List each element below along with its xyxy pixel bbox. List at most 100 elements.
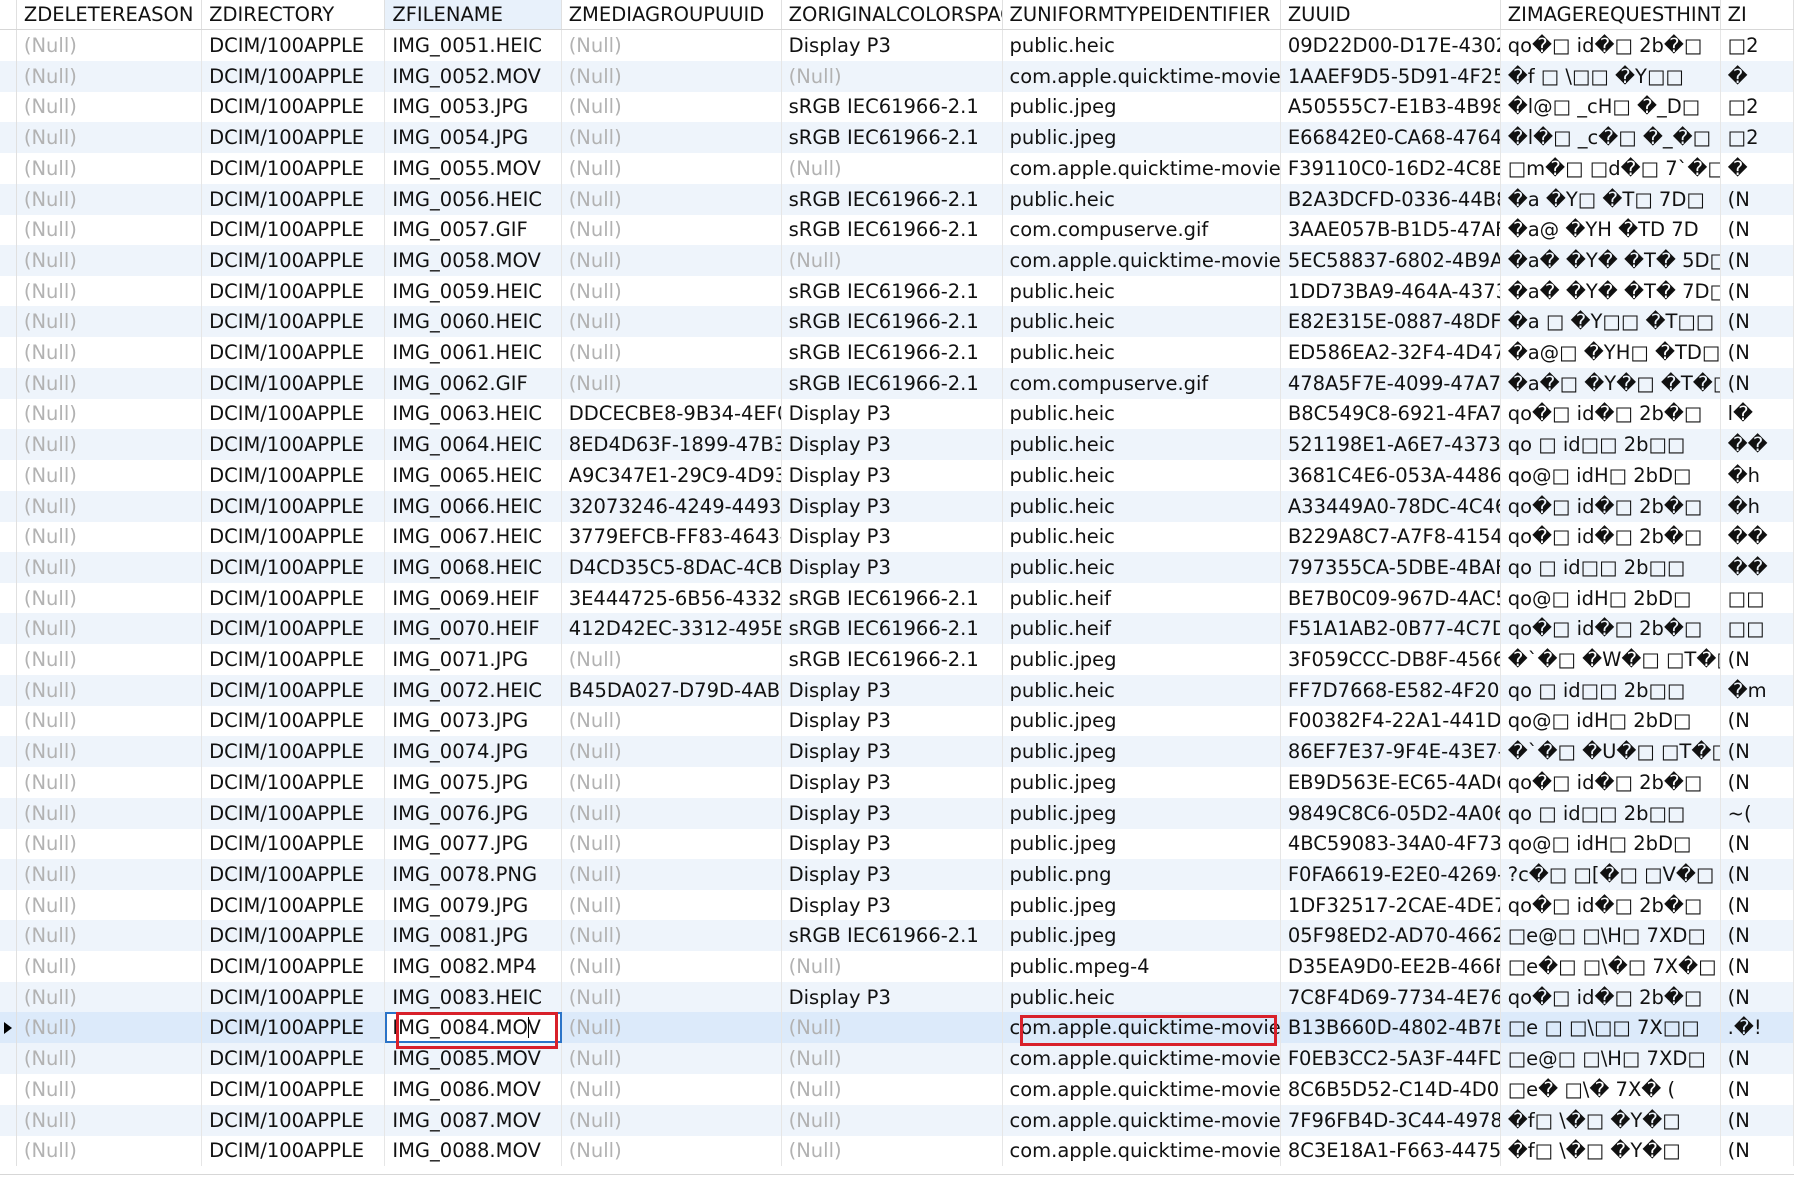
cell-zi[interactable]: (N: [1721, 889, 1794, 921]
cell-deletereason[interactable]: (Null): [17, 275, 203, 307]
cell-originalcolorspace[interactable]: sRGB IEC61966-2.1: [782, 306, 1003, 338]
cell-zi[interactable]: l�: [1721, 398, 1794, 430]
cell-zi[interactable]: (N: [1721, 214, 1794, 246]
cell-zi[interactable]: �: [1721, 152, 1794, 184]
cell-filename[interactable]: IMG_0075.JPG: [385, 766, 562, 798]
column-header-mediagroupuuid[interactable]: ZMEDIAGROUPUUID: [562, 0, 782, 29]
table-row[interactable]: (Null) DCIM/100APPLE IMG_0076.JPG (Null) Dis…: [0, 797, 1794, 829]
cell-directory[interactable]: DCIM/100APPLE: [202, 275, 386, 307]
cell-imagerequesthints[interactable]: qo�□ id�□ 2b�□: [1501, 613, 1721, 645]
cell-mediagroupuuid[interactable]: D4CD35C5-8DAC-4CB7-: [562, 551, 782, 583]
row-gutter[interactable]: [0, 459, 17, 491]
cell-mediagroupuuid[interactable]: 32073246-4249-4493-A: [562, 490, 782, 522]
column-header-filename[interactable]: ZFILENAME: [385, 0, 562, 29]
row-gutter[interactable]: [0, 674, 17, 706]
cell-directory[interactable]: DCIM/100APPLE: [202, 551, 386, 583]
cell-imagerequesthints[interactable]: qo�□ id�□ 2b�□: [1501, 398, 1721, 430]
row-gutter[interactable]: [0, 705, 17, 737]
cell-imagerequesthints[interactable]: qo�□ id�□ 2b�□: [1501, 766, 1721, 798]
cell-originalcolorspace[interactable]: Display P3: [782, 858, 1003, 890]
cell-deletereason[interactable]: (Null): [17, 736, 203, 768]
cell-mediagroupuuid[interactable]: (Null): [562, 152, 782, 184]
cell-originalcolorspace[interactable]: Display P3: [782, 429, 1003, 461]
cell-originalcolorspace[interactable]: Display P3: [782, 981, 1003, 1013]
data-grid[interactable]: ZDELETEREASON ZDIRECTORY ZFILENAME ZMEDIAGR…: [0, 0, 1794, 1202]
cell-mediagroupuuid[interactable]: (Null): [562, 705, 782, 737]
cell-mediagroupuuid[interactable]: (Null): [562, 828, 782, 860]
cell-uniformtypeidentifier[interactable]: public.heif: [1003, 582, 1281, 614]
table-row[interactable]: (Null) DCIM/100APPLE IMG_0081.JPG (Null) sRG…: [0, 920, 1794, 952]
cell-uuid[interactable]: 797355CA-5DBE-4BAF-8: [1281, 551, 1501, 583]
cell-deletereason[interactable]: (Null): [17, 613, 203, 645]
cell-uniformtypeidentifier[interactable]: public.png: [1003, 858, 1281, 890]
cell-originalcolorspace[interactable]: sRGB IEC61966-2.1: [782, 582, 1003, 614]
cell-originalcolorspace[interactable]: sRGB IEC61966-2.1: [782, 91, 1003, 123]
cell-originalcolorspace[interactable]: sRGB IEC61966-2.1: [782, 183, 1003, 215]
cell-imagerequesthints[interactable]: qo@□ idH□ 2bD□: [1501, 582, 1721, 614]
cell-uuid[interactable]: B229A8C7-A7F8-4154-A: [1281, 521, 1501, 553]
cell-originalcolorspace[interactable]: Display P3: [782, 490, 1003, 522]
cell-originalcolorspace[interactable]: (Null): [782, 1012, 1003, 1044]
cell-zi[interactable]: (N: [1721, 644, 1794, 675]
cell-deletereason[interactable]: (Null): [17, 398, 203, 430]
cell-uuid[interactable]: E82E315E-0887-48DF-A: [1281, 306, 1501, 338]
table-row[interactable]: (Null) DCIM/100APPLE IMG_0053.JPG (Null) sRG…: [0, 91, 1794, 123]
cell-directory[interactable]: DCIM/100APPLE: [202, 705, 386, 737]
cell-imagerequesthints[interactable]: □e@□ □\H□ 7XD□: [1501, 920, 1721, 952]
cell-directory[interactable]: DCIM/100APPLE: [202, 674, 386, 706]
cell-filename[interactable]: IMG_0082.MP4: [385, 951, 562, 982]
cell-filename[interactable]: IMG_0053.JPG: [385, 91, 562, 123]
cell-deletereason[interactable]: (Null): [17, 1073, 203, 1105]
cell-deletereason[interactable]: (Null): [17, 828, 203, 860]
cell-imagerequesthints[interactable]: �a�□ �Y�□ �T�□: [1501, 367, 1721, 399]
table-row[interactable]: (Null) DCIM/100APPLE IMG_0088.MOV (Null) (Nu…: [0, 1135, 1794, 1167]
cell-originalcolorspace[interactable]: (Null): [782, 951, 1003, 982]
cell-originalcolorspace[interactable]: (Null): [782, 244, 1003, 276]
table-row[interactable]: (Null) DCIM/100APPLE IMG_0063.HEIC DDCECBE8…: [0, 398, 1794, 430]
cell-filename[interactable]: IMG_0066.HEIC: [385, 490, 562, 522]
cell-deletereason[interactable]: (Null): [17, 920, 203, 952]
cell-zi[interactable]: .�!: [1721, 1012, 1794, 1044]
cell-uuid[interactable]: 05F98ED2-AD70-4662-8: [1281, 920, 1501, 952]
cell-originalcolorspace[interactable]: Display P3: [782, 889, 1003, 921]
cell-imagerequesthints[interactable]: �f□ \�□ �Y�□: [1501, 1135, 1721, 1167]
cell-uniformtypeidentifier[interactable]: com.apple.quicktime-movie: [1003, 1104, 1281, 1136]
cell-zi[interactable]: (N: [1721, 981, 1794, 1013]
cell-originalcolorspace[interactable]: Display P3: [782, 521, 1003, 553]
cell-directory[interactable]: DCIM/100APPLE: [202, 1104, 386, 1136]
cell-mediagroupuuid[interactable]: A9C347E1-29C9-4D93-9: [562, 459, 782, 491]
cell-mediagroupuuid[interactable]: (Null): [562, 920, 782, 952]
cell-directory[interactable]: DCIM/100APPLE: [202, 152, 386, 184]
cell-filename[interactable]: IMG_0060.HEIC: [385, 306, 562, 338]
cell-uuid[interactable]: B13B660D-4802-4B7B-E: [1281, 1012, 1501, 1044]
cell-originalcolorspace[interactable]: sRGB IEC61966-2.1: [782, 275, 1003, 307]
cell-deletereason[interactable]: (Null): [17, 459, 203, 491]
cell-uniformtypeidentifier[interactable]: com.apple.quicktime-movie: [1003, 1073, 1281, 1105]
cell-uuid[interactable]: 5EC58837-6802-4B9A-B: [1281, 244, 1501, 276]
table-row[interactable]: (Null) DCIM/100APPLE IMG_0066.HEIC 32073246…: [0, 490, 1794, 522]
cell-uniformtypeidentifier[interactable]: public.jpeg: [1003, 644, 1281, 675]
cell-uniformtypeidentifier[interactable]: public.heic: [1003, 275, 1281, 307]
cell-directory[interactable]: DCIM/100APPLE: [202, 337, 386, 368]
cell-imagerequesthints[interactable]: �a �Y□ �T□ 7D□: [1501, 183, 1721, 215]
cell-zi[interactable]: ��: [1721, 521, 1794, 553]
cell-deletereason[interactable]: (Null): [17, 91, 203, 123]
table-row[interactable]: (Null) DCIM/100APPLE IMG_0074.JPG (Null) Dis…: [0, 736, 1794, 768]
cell-directory[interactable]: DCIM/100APPLE: [202, 367, 386, 399]
column-header-uniformtypeidentifier[interactable]: ZUNIFORMTYPEIDENTIFIER: [1003, 0, 1281, 29]
cell-uniformtypeidentifier[interactable]: public.heic: [1003, 551, 1281, 583]
cell-deletereason[interactable]: (Null): [17, 1135, 203, 1167]
cell-filename[interactable]: IMG_0061.HEIC: [385, 337, 562, 368]
table-row[interactable]: (Null) DCIM/100APPLE IMG_0057.GIF (Null) sRG…: [0, 214, 1794, 246]
cell-imagerequesthints[interactable]: □e □ □\□□ 7X□□: [1501, 1012, 1721, 1044]
cell-imagerequesthints[interactable]: �a@ �YH �TD 7D: [1501, 214, 1721, 246]
table-row[interactable]: (Null) DCIM/100APPLE IMG_0086.MOV (Null) (Nu…: [0, 1073, 1794, 1105]
cell-imagerequesthints[interactable]: qo@□ idH□ 2bD□: [1501, 705, 1721, 737]
table-row[interactable]: (Null) DCIM/100APPLE IMG_0083.HEIC (Null) Di…: [0, 981, 1794, 1013]
cell-filename[interactable]: IMG_0079.JPG: [385, 889, 562, 921]
cell-zi[interactable]: (N: [1721, 1104, 1794, 1136]
row-gutter[interactable]: [0, 490, 17, 522]
cell-originalcolorspace[interactable]: Display P3: [782, 459, 1003, 491]
cell-mediagroupuuid[interactable]: (Null): [562, 275, 782, 307]
cell-deletereason[interactable]: (Null): [17, 858, 203, 890]
